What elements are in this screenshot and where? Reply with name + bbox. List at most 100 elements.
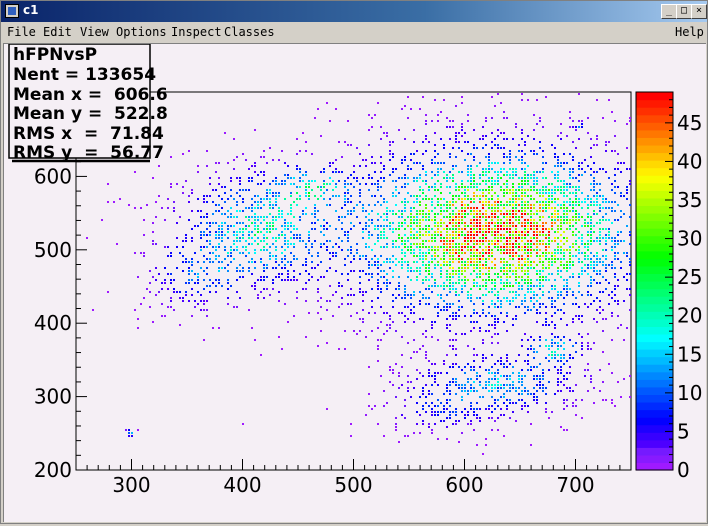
heatmap-cell [608,207,610,209]
heatmap-cell [446,276,448,278]
heatmap-cell [293,177,295,179]
heatmap-cell [575,414,577,416]
menu-view[interactable]: View [80,25,109,39]
plot-canvas[interactable]: 300 400 500 600 700 200 300 400 500 600 0 5 10 15 20… [3,43,706,522]
heatmap-cell [488,156,490,158]
heatmap-cell [329,240,331,242]
heatmap-cell [518,195,520,197]
heatmap-cell [365,165,367,167]
heatmap-cell [500,219,502,221]
heatmap-cell [413,261,415,263]
heatmap-cell [545,345,547,347]
menu-file[interactable]: File [7,25,36,39]
heatmap-cell [452,228,454,230]
palette-step [636,137,673,146]
heatmap-cell [221,198,223,200]
heatmap-cell [335,168,337,170]
heatmap-cell [461,102,463,104]
heatmap-cell [446,324,448,326]
heatmap-cell [422,165,424,167]
heatmap-cell [563,186,565,188]
heatmap-cell [443,411,445,413]
heatmap-cell [509,402,511,404]
stats-box[interactable]: hFPNvsP Nent = 133654 Mean x = 606.6 Mea… [8,43,168,163]
heatmap-cell [233,249,235,251]
heatmap-cell [530,210,532,212]
heatmap-cell [509,189,511,191]
heatmap-cell [443,306,445,308]
close-button[interactable]: × [691,4,707,19]
heatmap-cell [494,183,496,185]
heatmap-cell [515,282,517,284]
palette-step [636,401,673,411]
heatmap-cell [530,174,532,176]
heatmap-cell [533,174,535,176]
heatmap-cell [473,249,475,251]
menu-help[interactable]: Help [675,25,704,39]
heatmap-cell [566,228,568,230]
menu-edit[interactable]: Edit [43,25,72,39]
minimize-button[interactable]: _ [661,4,677,19]
heatmap-cell [560,261,562,263]
heatmap-cell [449,285,451,287]
palette-step [636,182,673,191]
heatmap-cell [488,225,490,227]
heatmap-cell [311,228,313,230]
menu-inspect[interactable]: Inspect [171,25,222,39]
heatmap-cell [545,198,547,200]
heatmap-cell [281,258,283,260]
heatmap-cell [419,237,421,239]
heatmap-cell [437,372,439,374]
heatmap-cell [509,156,511,158]
heatmap-cell [533,225,535,227]
heatmap-cell [290,192,292,194]
heatmap-cell [572,156,574,158]
heatmap-cell [404,186,406,188]
heatmap-cell [557,162,559,164]
heatmap-cell [545,255,547,257]
heatmap-cell [254,195,256,197]
heatmap-cell [452,120,454,122]
heatmap-cell [149,291,151,293]
heatmap-cell [161,315,163,317]
heatmap-cell [239,189,241,191]
heatmap-cell [614,201,616,203]
heatmap-cell [305,264,307,266]
heatmap-cell [182,300,184,302]
menu-options[interactable]: Options [116,25,167,39]
heatmap-cell [533,171,535,173]
heatmap-cell [452,240,454,242]
heatmap-cell [494,180,496,182]
heatmap-cell [437,384,439,386]
heatmap-cell [254,252,256,254]
menu-classes[interactable]: Classes [224,25,275,39]
heatmap-cell [518,375,520,377]
heatmap-cell [293,201,295,203]
heatmap-cell [455,186,457,188]
heatmap-cell [497,294,499,296]
maximize-button[interactable]: □ [676,4,692,19]
heatmap-cell [146,204,148,206]
heatmap-cell [452,168,454,170]
heatmap-cell [200,237,202,239]
heatmap-cell [521,267,523,269]
heatmap-cell [341,222,343,224]
heatmap-cell [359,183,361,185]
heatmap-cell [458,309,460,311]
heatmap-cell [263,228,265,230]
heatmap-cell [491,198,493,200]
heatmap-cell [560,165,562,167]
heatmap-cell [209,183,211,185]
heatmap-cell [440,309,442,311]
heatmap-cell [458,189,460,191]
heatmap-cell [497,234,499,236]
title-bar[interactable]: c1 _ □ × [1,1,707,22]
heatmap-cell [347,210,349,212]
heatmap-cell [179,324,181,326]
heatmap-cell [392,231,394,233]
heatmap-cell [278,291,280,293]
heatmap-cell [341,297,343,299]
heatmap-cell [389,222,391,224]
heatmap-cell [515,255,517,257]
heatmap-cell [485,285,487,287]
